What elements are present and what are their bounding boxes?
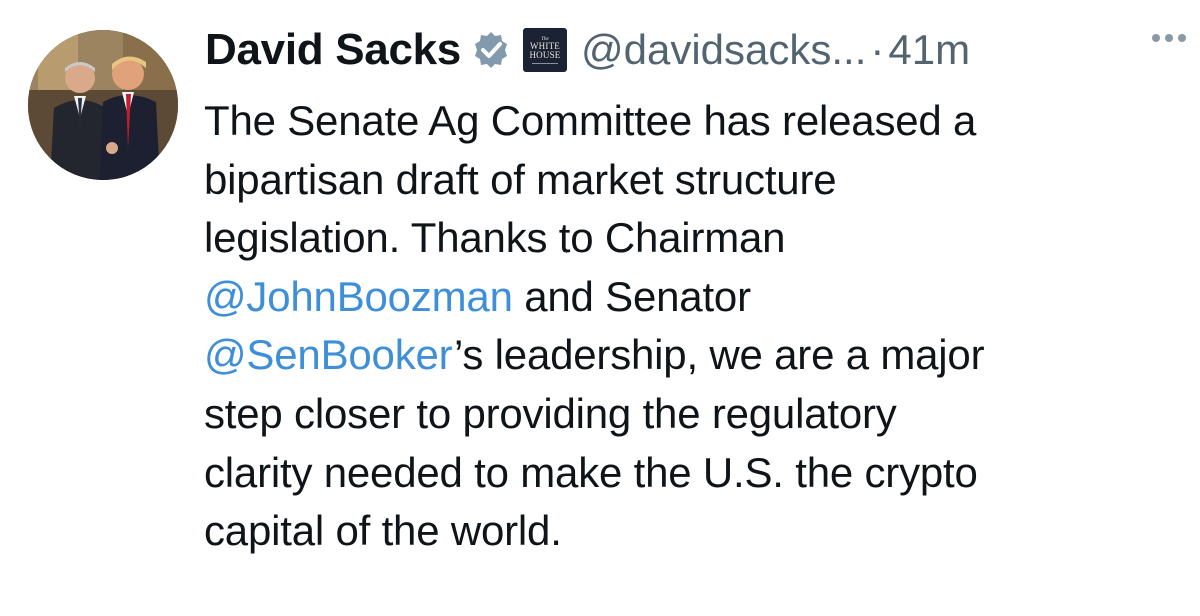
more-dot-icon [1152,34,1160,42]
tweet-text-line: @SenBooker’s leadership, we are a major [204,326,1184,385]
more-dot-icon [1165,34,1173,42]
tweet-text-line: legislation. Thanks to Chairman [204,214,786,262]
tweet-header: David Sacks The WHITE HOUSE @davidsacks.… [205,14,1188,86]
affiliation-line2: HOUSE [529,49,561,60]
separator-dot: · [870,26,885,73]
tweet-timestamp[interactable]: 41m [888,26,970,74]
author-display-name[interactable]: David Sacks [205,25,461,75]
more-dot-icon [1178,34,1186,42]
tweet-card: David Sacks The WHITE HOUSE @davidsacks.… [0,0,1200,616]
tweet-text-line: capital of the world. [204,507,562,555]
tweet-text-fragment: ’s leadership, we are a major [454,331,985,379]
affiliation-divider [531,62,558,64]
white-house-affiliation-icon[interactable]: The WHITE HOUSE [522,28,567,72]
tweet-text-line: clarity needed to make the U.S. the cryp… [204,448,978,496]
mention-link-johnboozman[interactable]: @JohnBoozman [204,273,513,320]
author-handle[interactable]: @davidsacks... [581,26,866,74]
tweet-body: The Senate Ag Committee has released a b… [204,92,1184,561]
tweet-text-line: The Senate Ag Committee has released a [204,97,977,144]
tweet-text-line: @JohnBoozman and Senator [204,268,1184,327]
mention-link-senbooker[interactable]: @SenBooker [204,331,454,378]
profile-photo-icon [28,30,178,180]
more-options-icon[interactable] [1152,34,1186,42]
author-avatar[interactable] [28,30,178,180]
tweet-text-line: step closer to providing the regulatory [204,389,897,437]
tweet-text-line: bipartisan draft of market structure [204,155,837,203]
verified-badge-icon[interactable] [471,30,511,70]
tweet-text-fragment: and Senator [512,272,751,320]
